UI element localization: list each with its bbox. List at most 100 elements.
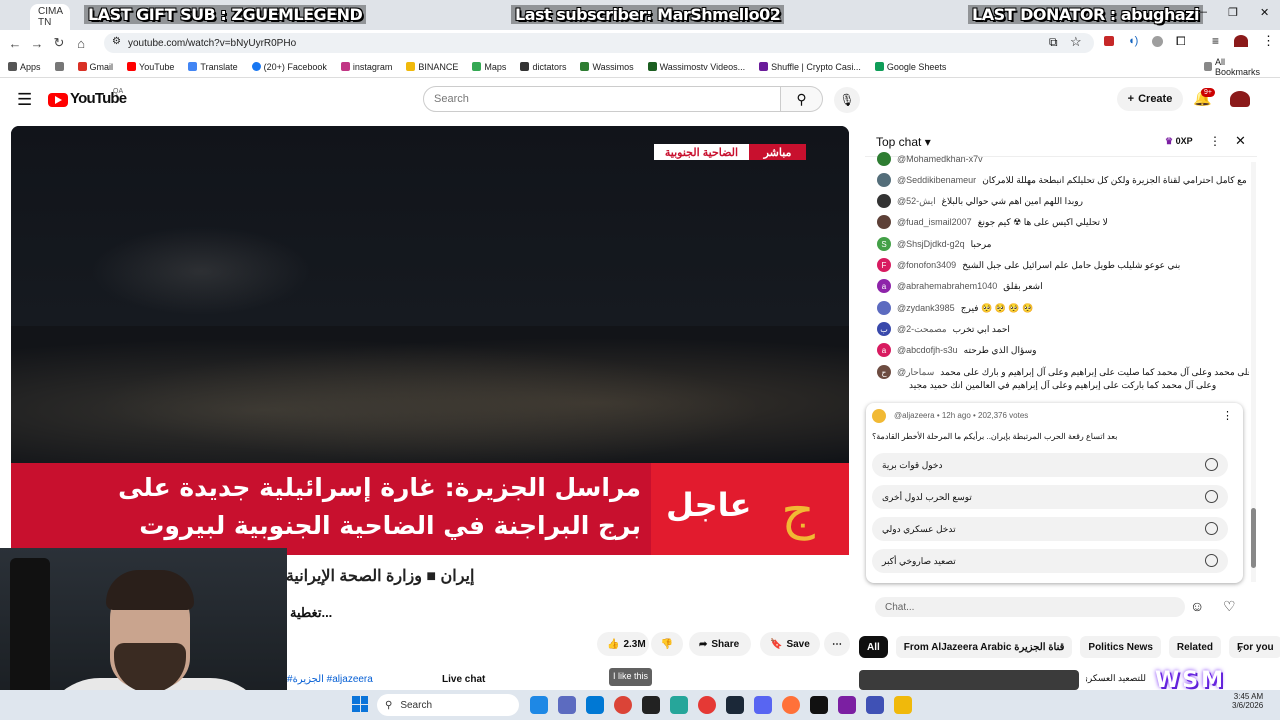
extension-audio-icon[interactable]: ◖) — [1128, 35, 1138, 47]
chat-message[interactable]: S @ShsjDjdkd-g2q مرحبا — [877, 237, 1249, 251]
search-button[interactable]: ⚲ — [781, 86, 823, 112]
chat-message[interactable]: @zydank3985 فيرج 🥺 🥺 🥺 🥺 — [877, 301, 1249, 315]
chips-next-icon[interactable]: › — [1238, 642, 1242, 656]
extensions-puzzle-icon[interactable]: ⧠ — [1176, 34, 1186, 49]
chat-username[interactable]: @ShsjDjdkd-g2q — [897, 239, 965, 249]
chat-avatar[interactable] — [877, 152, 891, 166]
dislike-button[interactable]: 👎 — [651, 632, 683, 656]
chat-avatar[interactable]: a — [877, 279, 891, 293]
share-button[interactable]: ➦ Share — [689, 632, 751, 656]
chat-message[interactable]: @ايش-52 روبدا اللهم امين اهم شي حوالي بال… — [877, 194, 1249, 208]
task-view-icon[interactable] — [558, 696, 576, 714]
chat-message[interactable]: F @fonofon3409 بني عوعو شليلب طويل حامل عل… — [877, 258, 1249, 272]
window-close-icon[interactable]: ✕ — [1260, 6, 1269, 19]
chat-message[interactable]: @fuad_ismail2007 لا تحليلي اكيس على ها ☢ … — [877, 215, 1249, 229]
chat-avatar[interactable]: ب — [877, 322, 891, 336]
chat-avatar[interactable] — [877, 194, 891, 208]
app2-icon[interactable] — [838, 696, 856, 714]
chat-avatar[interactable] — [877, 215, 891, 229]
maximize-icon[interactable]: ❐ — [1228, 6, 1238, 19]
like-button[interactable]: 👍 2.3M — [597, 632, 649, 656]
taskbar-search[interactable]: ⚲ Search — [377, 694, 519, 716]
discord-icon[interactable] — [754, 696, 772, 714]
chat-message[interactable]: a @abrahemabrahem1040 اشعر بقلق — [877, 279, 1249, 293]
forward-icon[interactable]: → — [26, 32, 48, 54]
bookmark-sheets[interactable]: Google Sheets — [874, 62, 946, 72]
chat-close-icon[interactable]: ✕ — [1235, 133, 1246, 149]
chat-menu-icon[interactable]: ⋮ — [1209, 134, 1221, 148]
chat-message[interactable]: ب @مصمحت-2 احمد ابي تخرب — [877, 322, 1249, 336]
poll-menu-icon[interactable]: ⋮ — [1222, 409, 1233, 422]
bookmark-maps[interactable]: Maps — [472, 62, 506, 72]
video-player[interactable]: الضاحية الجنوبية مباشر مراسل الجزيرة: غا… — [11, 126, 849, 597]
save-button[interactable]: 🔖 Save — [760, 632, 820, 656]
bookmark-grid[interactable] — [54, 62, 64, 71]
bookmark-instagram[interactable]: instagram — [340, 62, 392, 72]
chip-all[interactable]: All — [859, 636, 888, 658]
chat-avatar[interactable]: ح — [877, 365, 891, 379]
chat-message[interactable]: @Seddikibenameur مع كامل احترامي لقناة ال… — [877, 173, 1249, 187]
extension-icon[interactable] — [1104, 36, 1114, 46]
chat-username[interactable]: @fonofon3409 — [897, 260, 956, 270]
app3-icon[interactable] — [866, 696, 884, 714]
create-button[interactable]: + Create — [1117, 87, 1183, 111]
store-icon[interactable] — [586, 696, 604, 714]
hamburger-menu-icon[interactable]: ☰ — [17, 90, 32, 110]
app-icon[interactable] — [670, 696, 688, 714]
chip-aljazeera[interactable]: From AlJazeera Arabic قناة الجزيرة — [895, 636, 1073, 658]
chat-message[interactable]: ح @سماحار اللهم صل على محمد وعلى آل محمد ك… — [877, 365, 1249, 379]
chat-username[interactable]: @ايش-52 — [897, 196, 936, 207]
bookmark-youtube[interactable]: YouTube — [127, 62, 174, 72]
search-input[interactable]: Search — [423, 86, 781, 112]
all-bookmarks[interactable]: All Bookmarks — [1204, 57, 1266, 77]
chat-message[interactable]: a @abcdofjh-s3u وسؤال الذي طرحته — [877, 343, 1249, 357]
chat-avatar[interactable]: S — [877, 237, 891, 251]
bookmark-facebook[interactable]: (20+) Facebook — [251, 62, 327, 72]
chat-avatar[interactable] — [877, 173, 891, 187]
chat-input[interactable]: Chat... — [875, 597, 1185, 617]
poll-option[interactable]: دخول قوات برية — [872, 453, 1228, 477]
home-icon[interactable]: ⌂ — [70, 32, 92, 54]
edge-icon[interactable] — [530, 696, 548, 714]
windows-start-icon[interactable] — [352, 696, 368, 712]
chat-username[interactable]: @مصمحت-2 — [897, 324, 947, 335]
chip-politics[interactable]: Politics News — [1080, 636, 1161, 658]
live-chat-label[interactable]: Live chat — [442, 674, 485, 685]
obs-icon[interactable] — [642, 696, 660, 714]
more-actions-button[interactable]: ⋯ — [824, 632, 850, 656]
account-avatar[interactable] — [1230, 91, 1250, 107]
bookmark-binance[interactable]: BINANCE — [406, 62, 458, 72]
install-icon[interactable]: ⧉ — [1049, 35, 1058, 50]
opera-icon[interactable] — [698, 696, 716, 714]
chat-points[interactable]: ♛ 0XP — [1165, 136, 1193, 147]
hashtags[interactable]: #الجزيرة #aljazeera — [287, 674, 373, 685]
chat-username[interactable]: @fuad_ismail2007 — [897, 217, 972, 227]
chat-message[interactable]: @Mohamedkhan-x7v — [877, 152, 1249, 166]
bookmark-star-icon[interactable]: ☆ — [1070, 34, 1082, 50]
chat-username[interactable]: @سماحار — [897, 367, 934, 378]
url-field[interactable]: ⚙ youtube.com/watch?v=bNyUyrR0PHo — [104, 33, 1094, 53]
chat-mode-selector[interactable]: Top chat ▾ — [876, 135, 931, 149]
bookmark-dictators[interactable]: dictators — [520, 62, 566, 72]
browser-menu-icon[interactable]: ⋮ — [1262, 33, 1275, 49]
heart-icon[interactable]: ♡ — [1223, 598, 1236, 615]
chat-username[interactable]: @abcdofjh-s3u — [897, 345, 958, 355]
media-control-icon[interactable]: ≡ — [1212, 34, 1219, 48]
binance-icon[interactable] — [894, 696, 912, 714]
reload-icon[interactable]: ↻ — [48, 32, 70, 54]
profile-avatar[interactable] — [1234, 35, 1248, 47]
chrome-icon[interactable] — [614, 696, 632, 714]
related-video-title[interactable]: للتصعيد العسكري بين — [1086, 673, 1146, 684]
bookmark-translate[interactable]: Translate — [188, 62, 238, 72]
firefox-icon[interactable] — [782, 696, 800, 714]
bookmark-wassimos[interactable]: Wassimos — [580, 62, 634, 72]
chat-avatar[interactable]: a — [877, 343, 891, 357]
chat-username[interactable]: @abrahemabrahem1040 — [897, 281, 997, 291]
bookmark-gmail[interactable]: Gmail — [77, 62, 113, 72]
steam-icon[interactable] — [726, 696, 744, 714]
poll-option[interactable]: تدخل عسكري دولي — [872, 517, 1228, 541]
chat-message[interactable]: وعلى آل محمد كما باركت على إبراهيم وعلى … — [877, 380, 1249, 391]
extension-globe-icon[interactable] — [1152, 36, 1163, 47]
site-info-icon[interactable]: ⚙ — [112, 36, 121, 47]
chat-username[interactable]: @Mohamedkhan-x7v — [897, 154, 983, 164]
